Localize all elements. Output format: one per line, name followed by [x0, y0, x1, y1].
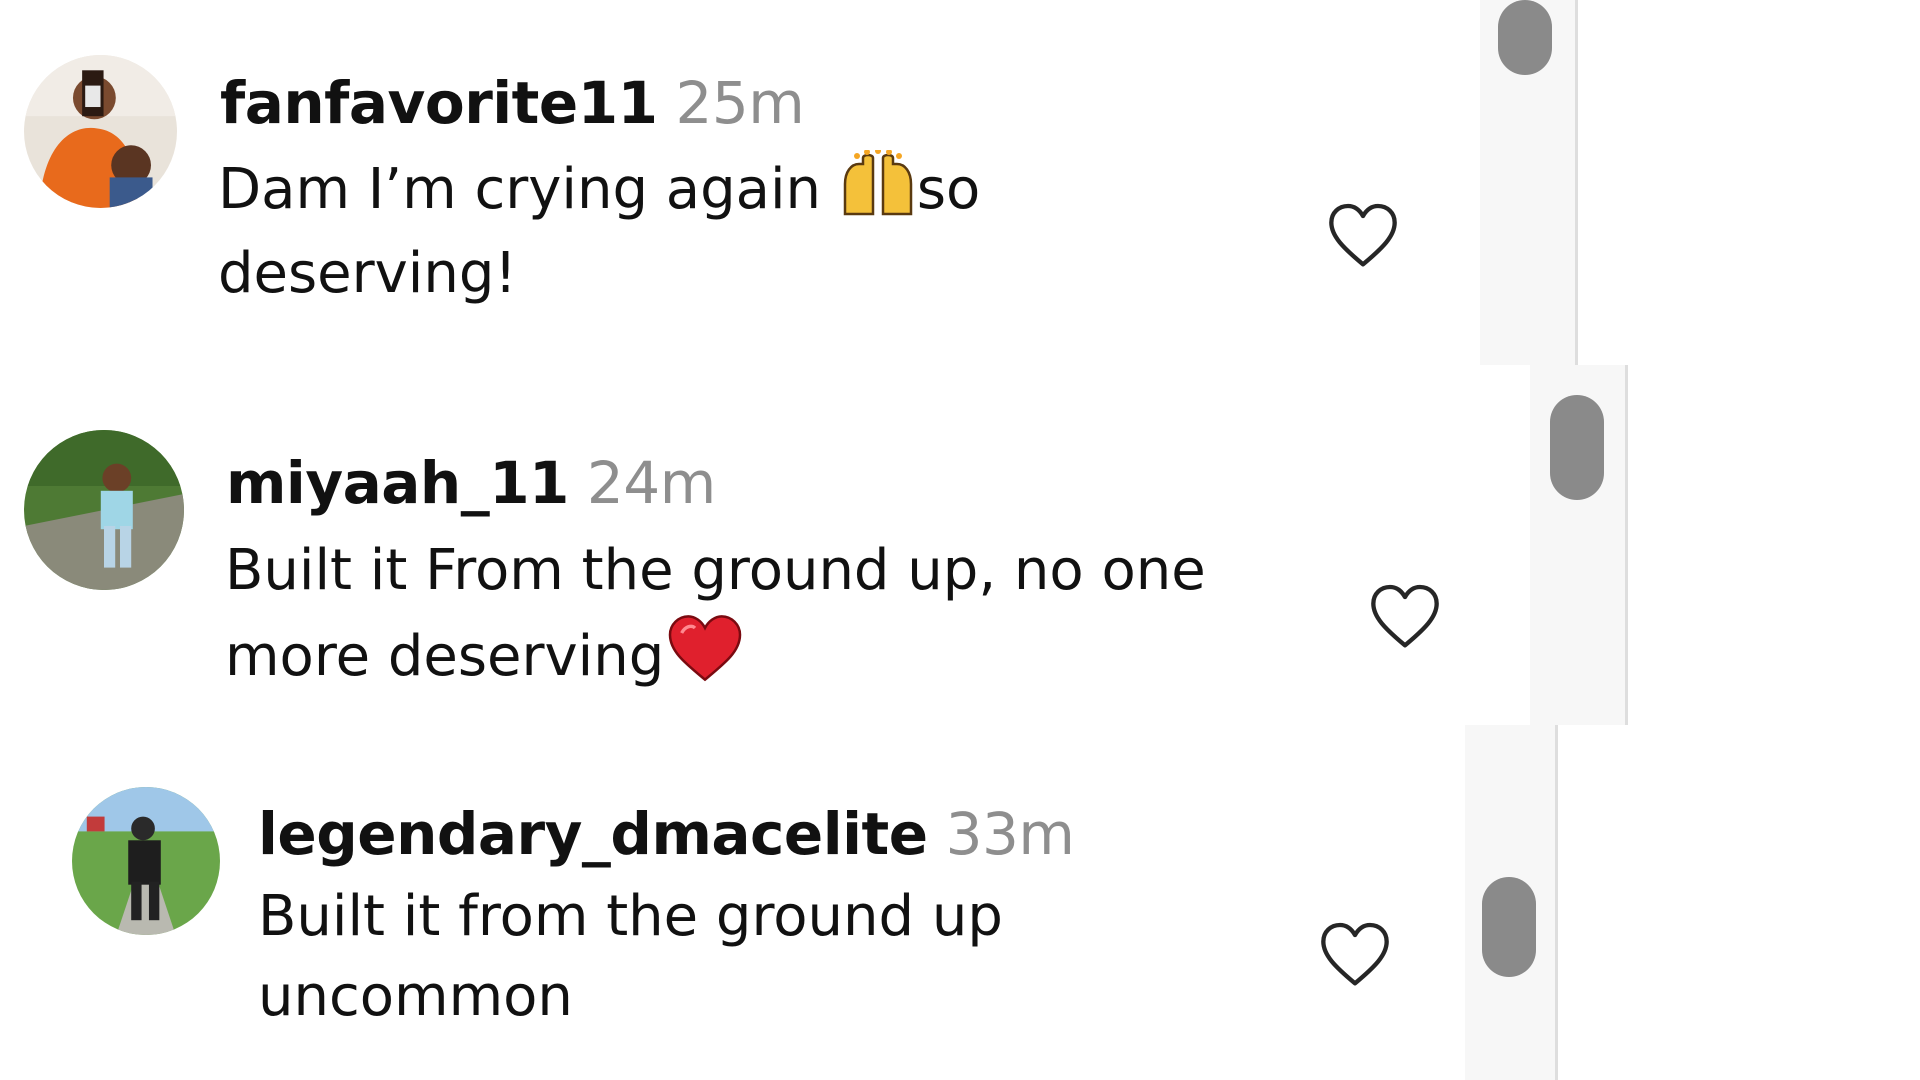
comment-text: Built it From the ground up, no one [225, 538, 1206, 603]
scrollbar-thumb[interactable] [1550, 395, 1604, 500]
avatar[interactable] [24, 55, 177, 208]
heart-outline-icon [1321, 922, 1389, 986]
like-button[interactable] [1323, 196, 1403, 276]
comment-timestamp: 25m [675, 69, 805, 137]
scrollbar-track[interactable] [1480, 0, 1578, 365]
comment-text-line2: deserving! [218, 241, 517, 306]
comments-screenshot-collage: fanfavorite11 25m Dam I’m crying again so… [0, 0, 1920, 1080]
scrollbar-track[interactable] [1465, 725, 1558, 1080]
raising-hands-emoji [839, 148, 917, 240]
scrollbar-thumb[interactable] [1498, 0, 1552, 75]
comment-text-line2: more deserving [225, 613, 746, 707]
comment-username[interactable]: miyaah_11 24m [226, 454, 716, 512]
comment-text: Built it from the ground up [258, 884, 1003, 949]
comment-text-line2: uncommon [258, 964, 573, 1029]
comment-text: Dam I’m crying again so [218, 148, 980, 240]
comment-timestamp: 33m [945, 800, 1075, 868]
comment-username[interactable]: fanfavorite11 25m [220, 74, 805, 132]
heart-outline-icon [1329, 203, 1397, 267]
scrollbar-track[interactable] [1530, 365, 1628, 725]
scrollbar-thumb[interactable] [1482, 877, 1536, 977]
avatar[interactable] [72, 787, 220, 935]
red-heart-emoji [664, 613, 746, 707]
heart-outline-icon [1371, 584, 1439, 648]
comment-timestamp: 24m [586, 449, 716, 517]
like-button[interactable] [1315, 915, 1395, 995]
comment-username[interactable]: legendary_dmacelite 33m [258, 805, 1075, 863]
comment-panel-3: legendary_dmacelite 33m Built it from the… [0, 725, 1570, 1080]
like-button[interactable] [1365, 577, 1445, 657]
avatar[interactable] [24, 430, 184, 590]
comment-panel-2: miyaah_11 24m Built it From the ground up… [0, 365, 1630, 725]
comment-panel-1: fanfavorite11 25m Dam I’m crying again so… [0, 0, 1590, 365]
